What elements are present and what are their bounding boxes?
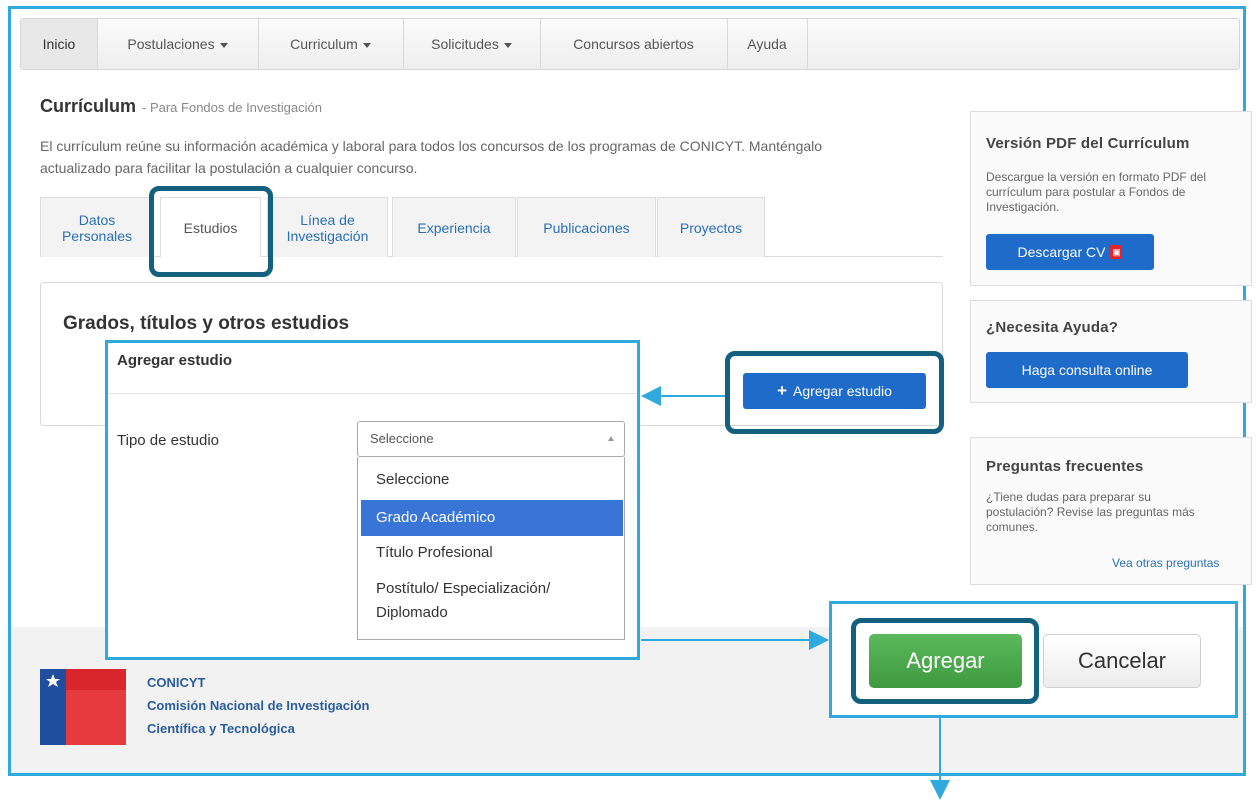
annotation-arrows	[641, 386, 950, 800]
